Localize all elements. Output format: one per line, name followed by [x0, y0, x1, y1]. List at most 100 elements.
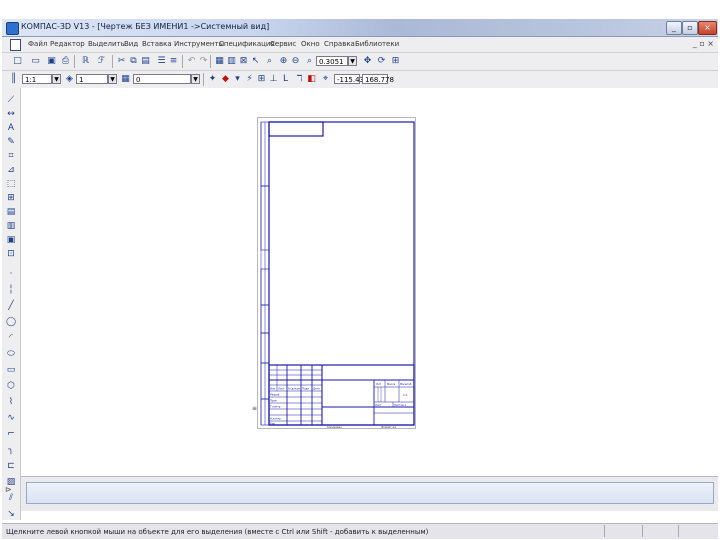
view-icon[interactable]: ▦ — [120, 74, 131, 85]
coord-x-field[interactable]: -115.43 — [334, 74, 364, 84]
menu-tools[interactable]: Инструменты — [174, 40, 224, 48]
parametric-mode-icon[interactable]: ◧ — [306, 74, 317, 85]
panel-grip-icon[interactable]: ⊳ — [5, 485, 12, 494]
menu-help[interactable]: Справка — [324, 40, 355, 48]
point-icon[interactable]: · — [5, 268, 17, 280]
parametrization-panel-icon[interactable]: ⌗ — [5, 150, 17, 162]
zoom-window-icon[interactable]: ⌕ — [264, 56, 275, 67]
zoom-field[interactable]: 0.3051 — [316, 56, 348, 66]
polyline-icon[interactable]: ⌇ — [5, 396, 17, 408]
manager-icon[interactable]: ℝ — [80, 56, 91, 67]
snap-icon[interactable]: ✦ — [207, 74, 218, 85]
menu-select[interactable]: Выделить — [88, 40, 125, 48]
properties-icon[interactable]: ☰ — [156, 56, 167, 67]
refresh-icon[interactable]: ⟳ — [376, 56, 387, 67]
insert-panel-icon[interactable]: ▣ — [5, 234, 17, 246]
grid-icon[interactable]: ⊞ — [256, 74, 267, 85]
layer-dropdown[interactable]: ▼ — [108, 74, 117, 84]
close-button[interactable]: × — [698, 21, 717, 35]
list-icon[interactable]: ≡ — [168, 56, 179, 67]
copy-icon[interactable]: ⧉ — [128, 56, 139, 67]
style-dropdown[interactable]: ▼ — [52, 74, 61, 84]
menu-specification[interactable]: Спецификация — [219, 40, 275, 48]
polygon-icon[interactable]: ⬡ — [5, 380, 17, 392]
maximize-button[interactable]: ▫ — [682, 21, 698, 35]
layer-field[interactable]: 1 — [76, 74, 108, 84]
menu-file[interactable]: Файл — [28, 40, 47, 48]
zoom-in-icon[interactable]: ⊕ — [278, 56, 289, 67]
spline-icon[interactable]: ∿ — [5, 412, 17, 424]
variables-icon[interactable]: ▦ — [214, 56, 225, 67]
lib-panel-icon[interactable]: ⊡ — [5, 248, 17, 260]
stamp-listov: Листов 1 — [394, 403, 407, 407]
round-icon[interactable]: ⚡ — [244, 74, 255, 85]
property-bar[interactable] — [26, 482, 714, 504]
mdi-controls[interactable]: _ ▫ × — [693, 39, 714, 48]
pan-icon[interactable]: ✥ — [362, 56, 373, 67]
measure-panel-icon[interactable]: ⊿ — [5, 164, 17, 176]
property-panel: ⊳ — [5, 476, 718, 511]
print-icon[interactable]: ⎙ — [60, 56, 71, 67]
menu-libraries[interactable]: Библиотеки — [355, 40, 399, 48]
kompas-app-icon[interactable] — [6, 22, 19, 35]
segment-icon[interactable]: ╱ — [5, 300, 17, 312]
fragment-icon[interactable]: ℱ — [96, 56, 107, 67]
coordinates-icon: ⌖ — [322, 74, 329, 84]
layer-icon[interactable]: ◈ — [64, 74, 75, 85]
redo-icon[interactable]: ↷ — [198, 56, 209, 67]
select-panel-icon[interactable]: ⬚ — [5, 178, 17, 190]
snaps-menu-icon[interactable]: ◆ — [220, 74, 231, 85]
style-field[interactable]: 1:1 — [22, 74, 52, 84]
save-icon[interactable]: ▣ — [46, 56, 57, 67]
snaps-dropdown-icon[interactable]: ▾ — [232, 74, 243, 85]
circle-icon[interactable]: ◯ — [5, 316, 17, 328]
associative-views-icon[interactable]: ⊞ — [5, 192, 17, 204]
auxiliary-line-icon[interactable]: ╎ — [5, 284, 17, 296]
show-all-icon[interactable]: ⊞ — [390, 56, 401, 67]
menu-window[interactable]: Окно — [301, 40, 320, 48]
dimensions-panel-icon[interactable]: ↔ — [5, 108, 17, 120]
stamp-scale: 1:1 — [403, 393, 408, 397]
local-cs-icon[interactable]: ᒪ — [280, 74, 291, 85]
coord-y-field[interactable]: 168.778 — [362, 74, 394, 84]
view-dropdown[interactable]: ▼ — [191, 74, 200, 84]
menu-editor[interactable]: Редактор — [50, 40, 85, 48]
geometry-panel-icon[interactable]: ⟋ — [5, 94, 17, 106]
zoom-out-icon[interactable]: ⊖ — [290, 56, 301, 67]
paste-icon[interactable]: ▤ — [140, 56, 151, 67]
menu-view[interactable]: Вид — [124, 40, 138, 48]
editing-panel-icon[interactable]: ✎ — [5, 136, 17, 148]
undo-icon[interactable]: ↶ — [186, 56, 197, 67]
arc-icon[interactable]: ◜ — [5, 332, 17, 344]
ellipse-icon[interactable]: ⬭ — [5, 348, 17, 360]
menu-insert[interactable]: Вставка — [142, 40, 172, 48]
zoom-dropdown[interactable]: ▼ — [348, 56, 357, 66]
stamp-prov: Пров — [270, 399, 277, 403]
stamp-podp: Подп — [302, 387, 309, 391]
contour-icon[interactable]: ⊏ — [5, 460, 17, 472]
minimize-button[interactable]: _ — [666, 21, 682, 35]
open-document-icon[interactable]: ▭ — [30, 56, 41, 67]
fillet-icon[interactable]: ╮ — [5, 444, 17, 456]
chamfer-icon[interactable]: ⌐ — [5, 428, 17, 440]
spec-panel-icon[interactable]: ▤ — [5, 206, 17, 218]
drawing-sheet[interactable]: Изм Лист № докум Подп Дата Разраб Пров Т… — [257, 117, 416, 429]
stamp-massa: Масса — [387, 382, 396, 386]
copied-label: Копировал — [327, 425, 342, 429]
menu-service[interactable]: Сервис — [270, 40, 296, 48]
reports-panel-icon[interactable]: ▥ — [5, 220, 17, 232]
document-icon[interactable] — [10, 39, 21, 51]
parametric-icon[interactable]: ℸ — [294, 74, 305, 85]
view-field[interactable]: 0 — [133, 74, 191, 84]
designations-panel-icon[interactable]: A — [5, 122, 17, 134]
measure-icon[interactable]: ⊠ — [238, 56, 249, 67]
geometry-calc-icon[interactable]: ▥ — [226, 56, 237, 67]
cut-icon[interactable]: ✂ — [116, 56, 127, 67]
arrow-tool-icon[interactable]: ↘ — [5, 508, 17, 520]
state-grip-icon: ║ — [10, 74, 17, 84]
new-document-icon[interactable]: □ — [12, 56, 23, 67]
help-pointer-icon[interactable]: ↖ — [250, 56, 261, 67]
zoom-scale-icon[interactable]: ⌕ — [304, 56, 315, 67]
rectangle-icon[interactable]: ▭ — [5, 364, 17, 376]
ortho-icon[interactable]: ⊥ — [268, 74, 279, 85]
